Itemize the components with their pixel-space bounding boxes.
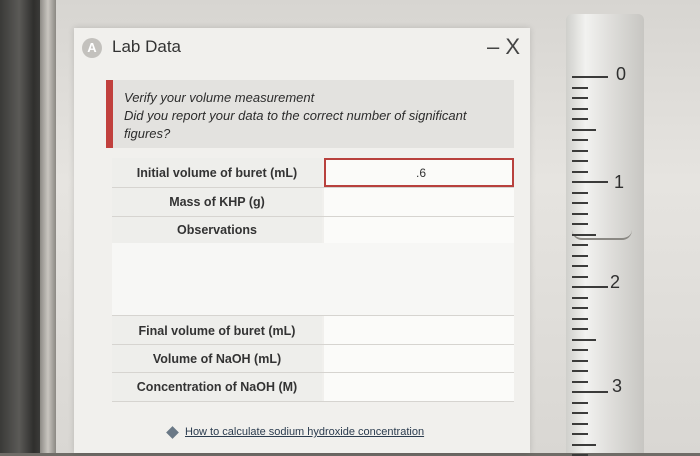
buret-tick bbox=[572, 244, 588, 246]
panel-title: Lab Data bbox=[112, 37, 181, 56]
volume-naoh-input[interactable] bbox=[324, 345, 514, 372]
buret-tick bbox=[572, 412, 588, 414]
lab-flask-icon: A bbox=[82, 38, 102, 58]
table-row-concentration-naoh: Concentration of NaOH (M) bbox=[112, 373, 514, 402]
panel-titlebar[interactable]: A Lab Data – X bbox=[74, 28, 530, 66]
buret-tick bbox=[572, 317, 588, 320]
row-label: Initial volume of buret (mL) bbox=[112, 158, 322, 187]
buret-tick bbox=[572, 160, 588, 162]
buret-tick bbox=[572, 181, 608, 183]
buret-tick bbox=[572, 422, 588, 425]
table-row-volume-naoh: Volume of NaOH (mL) bbox=[112, 345, 514, 373]
buret-tick bbox=[572, 349, 588, 351]
buret-tick bbox=[572, 443, 596, 446]
buret-tick bbox=[572, 328, 588, 330]
observations-input[interactable] bbox=[112, 243, 514, 316]
feedback-hint: Did you report your data to the correct … bbox=[124, 108, 467, 141]
buret-tick bbox=[572, 359, 588, 362]
mass-khp-input[interactable] bbox=[324, 188, 514, 216]
buret-tick bbox=[572, 212, 588, 215]
buret-tick bbox=[572, 370, 588, 372]
buret-tick bbox=[572, 433, 588, 435]
initial-volume-input[interactable]: .6 bbox=[324, 158, 514, 187]
help-diamond-icon bbox=[166, 425, 179, 439]
buret-tick bbox=[572, 391, 608, 393]
concentration-naoh-input[interactable] bbox=[324, 373, 514, 401]
buret-tick bbox=[572, 139, 588, 141]
help-link[interactable]: How to calculate sodium hydroxide concen… bbox=[185, 426, 424, 438]
buret-tick bbox=[572, 202, 588, 204]
feedback-message: Verify your volume measurement Did you r… bbox=[106, 80, 514, 148]
buret-tick bbox=[572, 149, 588, 152]
buret-tick bbox=[572, 170, 588, 173]
buret-tick bbox=[572, 296, 588, 299]
buret-tick bbox=[572, 97, 588, 99]
window-controls[interactable]: – X bbox=[487, 34, 520, 60]
buret-label-0: 0 bbox=[616, 64, 627, 84]
table-row-mass-khp: Mass of KHP (g) bbox=[112, 188, 514, 217]
buret-label-3: 3 bbox=[612, 376, 623, 396]
screen-bezel bbox=[40, 0, 56, 453]
table-row-initial-volume: Initial volume of buret (mL) .6 bbox=[112, 158, 514, 188]
buret-tick bbox=[572, 380, 588, 383]
buret-tick bbox=[572, 265, 588, 267]
feedback-title: Verify your volume measurement bbox=[124, 90, 315, 105]
row-label: Mass of KHP (g) bbox=[112, 188, 322, 216]
buret-tick bbox=[572, 118, 588, 120]
buret-tick bbox=[572, 254, 588, 257]
error-indicator-bar bbox=[106, 80, 113, 148]
buret-label-1: 1 bbox=[614, 172, 625, 192]
feedback-text: Verify your volume measurement Did you r… bbox=[124, 89, 506, 143]
row-label: Final volume of buret (mL) bbox=[112, 316, 322, 344]
buret-tick bbox=[572, 191, 588, 194]
lab-data-panel: A Lab Data – X Verify your volume measur… bbox=[74, 28, 530, 453]
buret-tick bbox=[572, 223, 588, 225]
buret-tick bbox=[572, 107, 588, 110]
buret-tick bbox=[572, 401, 588, 404]
buret-label-2: 2 bbox=[610, 272, 621, 292]
row-label: Volume of NaOH (mL) bbox=[112, 345, 322, 372]
buret-tick bbox=[572, 338, 596, 341]
buret-tick bbox=[572, 86, 588, 89]
buret-tick bbox=[572, 286, 608, 288]
data-table: Initial volume of buret (mL) .6 Mass of … bbox=[112, 158, 514, 402]
table-row-final-volume: Final volume of buret (mL) bbox=[112, 316, 514, 345]
row-label: Concentration of NaOH (M) bbox=[112, 373, 322, 401]
buret-tick bbox=[572, 76, 608, 78]
final-volume-input[interactable] bbox=[324, 316, 514, 344]
icon-letter: A bbox=[87, 40, 97, 55]
buret-tick bbox=[572, 233, 596, 236]
buret-tick bbox=[572, 307, 588, 309]
buret-tick bbox=[572, 275, 588, 278]
buret-tick bbox=[572, 128, 596, 131]
help-link-row[interactable]: How to calculate sodium hydroxide concen… bbox=[166, 425, 424, 439]
row-label: Observations bbox=[112, 217, 322, 243]
table-row-observations: Observations bbox=[112, 217, 514, 243]
observations-header-cell bbox=[324, 217, 514, 243]
